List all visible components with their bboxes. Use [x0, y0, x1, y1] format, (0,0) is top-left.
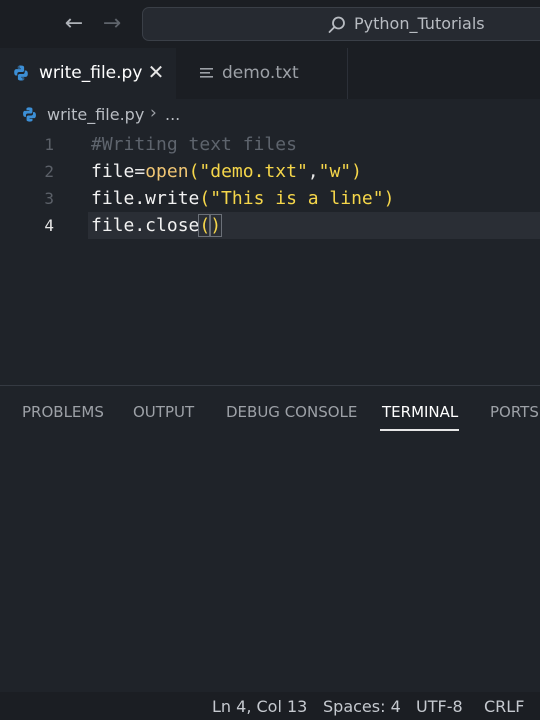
bottom-panel: PROBLEMS OUTPUT DEBUG CONSOLE TERMINAL P… [0, 386, 540, 688]
end-of-line[interactable]: CRLF [484, 697, 524, 716]
search-icon [328, 16, 345, 33]
line-number: 2 [44, 162, 54, 181]
tab-problems[interactable]: PROBLEMS [22, 403, 104, 421]
status-bar: Ln 4, Col 13 Spaces: 4 UTF-8 CRLF [0, 692, 540, 720]
text-lines-icon [200, 68, 213, 78]
line-number: 3 [44, 189, 54, 208]
tab-ports[interactable]: PORTS [490, 403, 539, 421]
code-token: ( [199, 188, 211, 209]
code-token: "This is a line" [210, 188, 384, 209]
code-token: open [145, 161, 189, 182]
code-token: file.close [91, 215, 200, 236]
tab-label: write_file.py [39, 63, 143, 83]
code-token: = [134, 161, 146, 182]
python-icon [23, 107, 36, 122]
code-line[interactable]: 3 file.write("This is a line") [0, 185, 540, 212]
command-center-search[interactable]: Python_Tutorials [142, 7, 540, 41]
breadcrumb-more[interactable]: ... [165, 105, 180, 124]
editor-tab-bar: write_file.py ✕ demo.txt [0, 48, 540, 99]
line-number: 4 [44, 216, 54, 235]
active-tab-indicator [380, 429, 459, 431]
tab-output[interactable]: OUTPUT [133, 403, 194, 421]
close-icon[interactable]: ✕ [146, 60, 166, 84]
code-token: "w" [318, 161, 352, 182]
code-line[interactable]: 1 #Writing text files [0, 131, 540, 158]
code-token: file [91, 161, 135, 182]
code-text: file=open("demo.txt","w") [91, 158, 362, 185]
code-text: file.write("This is a line") [91, 185, 394, 212]
tab-terminal[interactable]: TERMINAL [382, 403, 458, 421]
code-token: "demo.txt" [199, 161, 308, 182]
code-token: ) [383, 188, 395, 209]
line-number: 1 [44, 135, 54, 154]
breadcrumb: write_file.py › ... [0, 99, 540, 131]
cursor-position[interactable]: Ln 4, Col 13 [212, 697, 307, 716]
code-token: ( [188, 161, 200, 182]
tab-demo-txt[interactable]: demo.txt [176, 48, 348, 99]
code-text: #Writing text files [91, 131, 297, 158]
file-encoding[interactable]: UTF-8 [416, 697, 463, 716]
terminal-area[interactable] [0, 446, 540, 686]
title-bar: ← → Python_Tutorials [0, 0, 540, 48]
code-token: ) [209, 214, 223, 237]
tab-debug-console[interactable]: DEBUG CONSOLE [226, 403, 357, 421]
vscode-window: ← → Python_Tutorials write_file.py ✕ dem… [0, 0, 540, 720]
tab-write-file-py[interactable]: write_file.py ✕ [0, 48, 176, 99]
code-line[interactable]: 4 file.close() [0, 212, 540, 239]
forward-arrow-icon[interactable]: → [100, 12, 124, 36]
indentation-spaces[interactable]: Spaces: 4 [323, 697, 401, 716]
breadcrumb-file[interactable]: write_file.py [47, 105, 144, 124]
code-token: ( [198, 214, 212, 237]
code-line[interactable]: 2 file=open("demo.txt","w") [0, 158, 540, 185]
back-arrow-icon[interactable]: ← [62, 12, 86, 36]
code-token: , [307, 161, 319, 182]
code-token: file.write [91, 188, 200, 209]
code-token: ) [351, 161, 362, 182]
tab-label: demo.txt [222, 63, 299, 83]
chevron-right-icon: › [150, 103, 157, 123]
command-center-label: Python_Tutorials [354, 14, 485, 33]
python-icon [14, 65, 28, 81]
code-editor[interactable]: 1 #Writing text files 2 file=open("demo.txt… [0, 131, 540, 385]
code-text: file.close() [91, 212, 223, 239]
code-token: #Writing text files [91, 134, 297, 155]
